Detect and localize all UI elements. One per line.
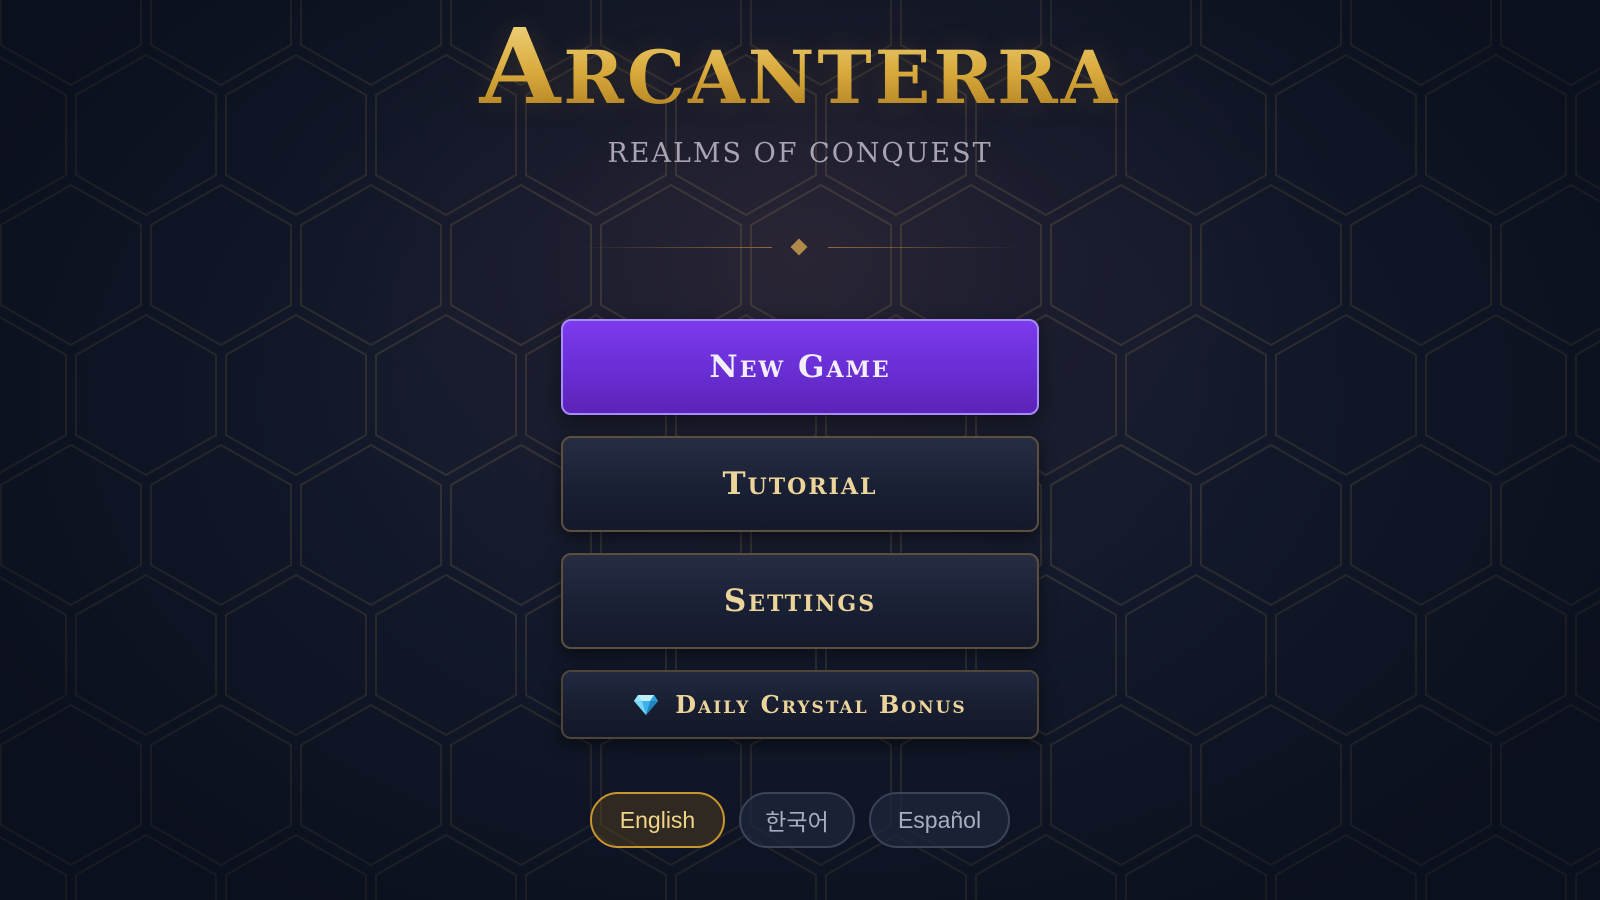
language-selector: English 한국어 Español [0, 792, 1600, 848]
main-menu-screen: Arcanterra REALMS OF CONQUEST New Game T… [0, 0, 1600, 900]
diamond-ornament-icon [790, 238, 808, 256]
game-subtitle: REALMS OF CONQUEST [607, 138, 993, 169]
language-option-english[interactable]: English [590, 792, 725, 848]
ornamental-divider [580, 238, 1020, 258]
game-title: Arcanterra [0, 12, 1600, 122]
gem-icon [634, 694, 659, 715]
divider-line-left [580, 247, 772, 248]
new-game-button[interactable]: New Game [561, 319, 1039, 415]
tutorial-button[interactable]: Tutorial [561, 436, 1039, 532]
language-option-spanish[interactable]: Español [869, 792, 1010, 848]
daily-crystal-bonus-label: Daily Crystal Bonus [675, 690, 967, 719]
divider-line-right [828, 247, 1020, 248]
settings-button[interactable]: Settings [561, 553, 1039, 649]
language-option-korean[interactable]: 한국어 [739, 792, 855, 848]
daily-crystal-bonus-button[interactable]: Daily Crystal Bonus [561, 670, 1039, 739]
